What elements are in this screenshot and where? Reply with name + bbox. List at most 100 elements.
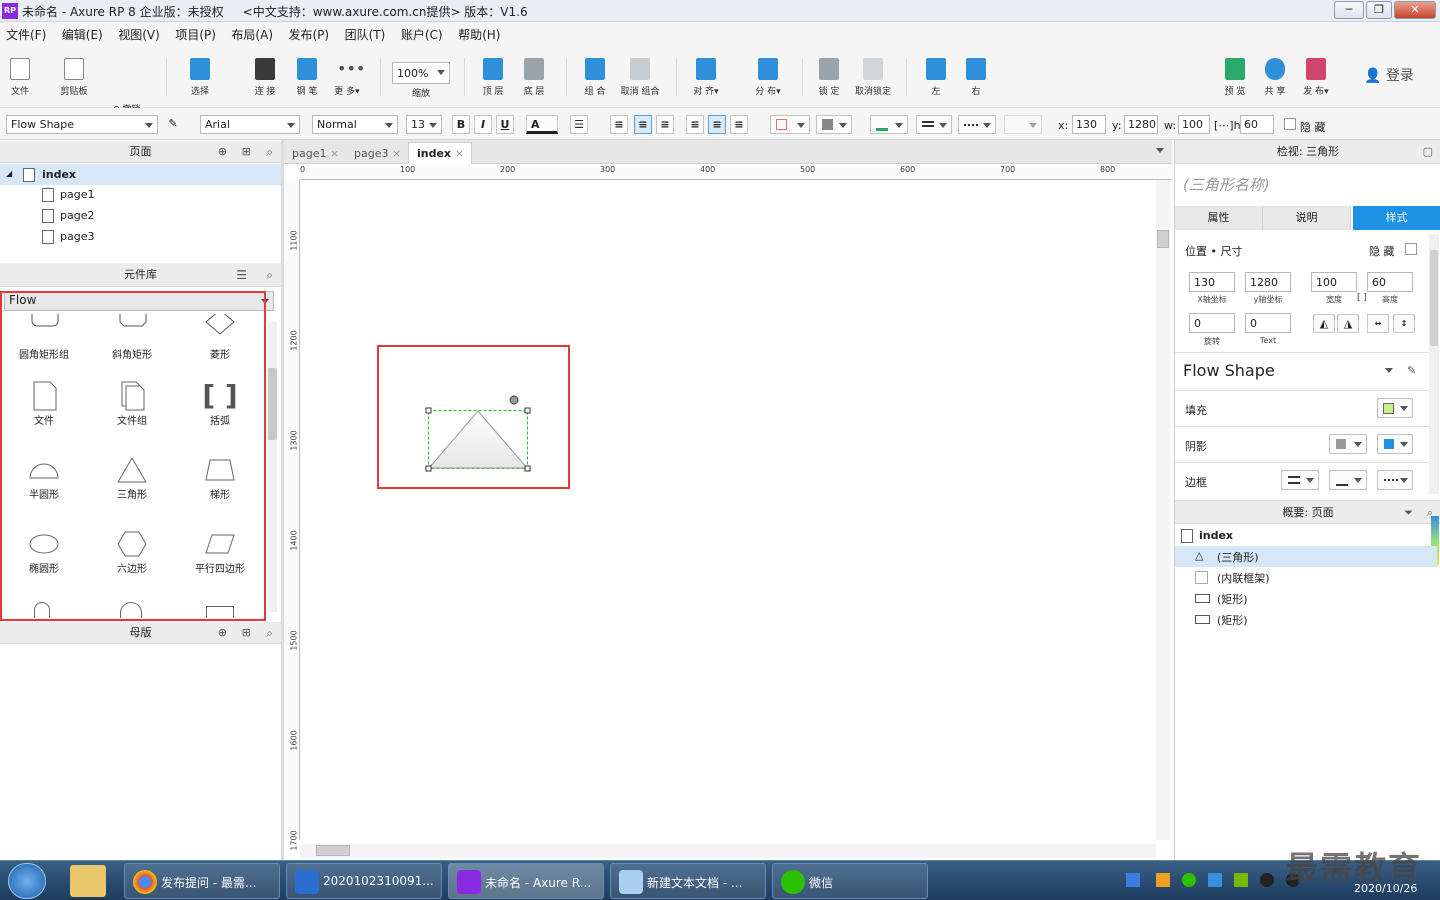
- tray-app-icon[interactable]: [1156, 873, 1170, 887]
- outer-shadow-picker[interactable]: [1329, 434, 1367, 454]
- clipboard-button[interactable]: 剪贴板: [56, 58, 92, 97]
- right-button[interactable]: 右: [962, 58, 990, 97]
- ime-icon[interactable]: [1126, 873, 1140, 887]
- masters-search-icon[interactable]: ⌕: [266, 622, 273, 644]
- share-button[interactable]: 共 享: [1260, 58, 1290, 97]
- inspector-h-input[interactable]: 60: [1367, 272, 1413, 292]
- menu-project[interactable]: 项目(P): [169, 22, 222, 43]
- tab-page1[interactable]: page1 ×: [286, 143, 346, 164]
- outline-item-triangle[interactable]: △ (三角形): [1175, 546, 1437, 567]
- tabs-dropdown-icon[interactable]: [1156, 148, 1164, 153]
- search-icon[interactable]: ⌕: [266, 141, 273, 163]
- font-color-button[interactable]: A: [526, 115, 558, 134]
- valign-top-icon[interactable]: ≡: [686, 115, 704, 134]
- add-folder-icon[interactable]: ⊞: [242, 141, 251, 163]
- align-right-icon[interactable]: ≡: [656, 115, 674, 134]
- canvas-horizontal-scrollbar[interactable]: [300, 844, 1156, 858]
- w-input[interactable]: 100: [1178, 115, 1210, 134]
- more-button[interactable]: ••• 更 多▾: [330, 58, 365, 97]
- zoom-select[interactable]: 100%: [392, 62, 450, 84]
- fit-height-icon[interactable]: ↕: [1393, 314, 1415, 333]
- collapse-arrow-icon[interactable]: ◢: [6, 169, 12, 178]
- arrow-style-dropdown[interactable]: [1004, 115, 1042, 134]
- menu-account[interactable]: 账户(C): [395, 22, 449, 43]
- bold-button[interactable]: B: [452, 115, 470, 134]
- menu-publish[interactable]: 发布(P): [283, 22, 336, 43]
- tab-style[interactable]: 样式: [1353, 206, 1440, 230]
- distribute-button[interactable]: 分 布▾: [750, 58, 786, 97]
- style-select[interactable]: Flow Shape: [6, 115, 158, 134]
- widget-name-field[interactable]: (三角形名称): [1183, 174, 1270, 195]
- x-input[interactable]: 130: [1072, 115, 1106, 134]
- underline-button[interactable]: U: [496, 115, 514, 134]
- taskbar-item-axure[interactable]: 未命名 - Axure R...: [448, 863, 604, 899]
- tab-page3[interactable]: page3 ×: [348, 143, 408, 164]
- pen-tool[interactable]: 钢 笔: [292, 58, 322, 97]
- menu-layout[interactable]: 布局(A): [225, 22, 279, 43]
- style-dropdown-icon[interactable]: [1385, 368, 1393, 373]
- outline-root[interactable]: index: [1199, 529, 1233, 542]
- maximize-button[interactable]: ❐: [1366, 1, 1392, 19]
- notes-icon[interactable]: ▢: [1423, 140, 1433, 164]
- explorer-icon[interactable]: [70, 865, 106, 897]
- minimize-button[interactable]: ─: [1334, 1, 1364, 19]
- inspector-scrollbar[interactable]: [1429, 234, 1439, 494]
- flip-horizontal-icon[interactable]: ◭: [1313, 314, 1335, 333]
- aspect-lock-icon[interactable]: [⋯]: [1214, 119, 1234, 132]
- line-width-dropdown[interactable]: [916, 115, 952, 134]
- tray-shield-icon[interactable]: [1208, 873, 1222, 887]
- library-scrollbar[interactable]: [268, 322, 277, 612]
- line-style-dropdown[interactable]: [958, 115, 996, 134]
- tray-nvidia-icon[interactable]: [1234, 873, 1248, 887]
- connect-tool[interactable]: 连 接: [250, 58, 280, 97]
- tab-properties[interactable]: 属性: [1175, 206, 1263, 230]
- align-button[interactable]: 对 齐▾: [688, 58, 724, 97]
- font-size-select[interactable]: 13: [406, 115, 442, 134]
- align-center-icon[interactable]: ≡: [634, 115, 652, 134]
- tray-wechat-icon[interactable]: [1182, 873, 1196, 887]
- unlock-button[interactable]: 取消锁定: [852, 58, 894, 97]
- tab-close-icon[interactable]: ×: [330, 147, 339, 160]
- add-page-icon[interactable]: ⊕: [218, 141, 227, 163]
- start-button[interactable]: [8, 863, 46, 899]
- inspector-w-input[interactable]: 100: [1311, 272, 1357, 292]
- menu-help[interactable]: 帮助(H): [452, 22, 506, 43]
- tab-index[interactable]: index ×: [408, 142, 472, 165]
- left-button[interactable]: 左: [922, 58, 950, 97]
- page-item-page2[interactable]: page2: [42, 209, 94, 223]
- bring-to-front-button[interactable]: 顶 层: [478, 58, 508, 97]
- line-color-dropdown[interactable]: [870, 115, 908, 134]
- menu-team[interactable]: 团队(T): [339, 22, 392, 43]
- tray-qq-icon[interactable]: [1260, 873, 1274, 887]
- triangle-widget[interactable]: [420, 392, 540, 478]
- group-button[interactable]: 组 合: [580, 58, 610, 97]
- tab-close-icon[interactable]: ×: [392, 147, 401, 160]
- y-input[interactable]: 1280: [1124, 115, 1158, 134]
- fill-color-dropdown[interactable]: [770, 115, 810, 134]
- style-edit-icon[interactable]: ✎: [164, 115, 182, 134]
- flip-vertical-icon[interactable]: ◮: [1337, 314, 1359, 333]
- taskbar-item-notepad[interactable]: 新建文本文档 - ...: [610, 863, 766, 899]
- tab-close-icon[interactable]: ×: [455, 147, 464, 160]
- fit-width-icon[interactable]: ↔: [1367, 314, 1389, 333]
- shadow-dropdown[interactable]: [816, 115, 852, 134]
- border-color-picker[interactable]: [1329, 470, 1367, 490]
- border-width-picker[interactable]: [1281, 470, 1319, 490]
- publish-button[interactable]: 发 布▾: [1298, 58, 1334, 97]
- italic-button[interactable]: I: [474, 115, 492, 134]
- hidden-checkbox[interactable]: [1284, 118, 1296, 130]
- page-tree-root[interactable]: ◢ index: [0, 164, 281, 185]
- font-weight-select[interactable]: Normal: [312, 115, 398, 134]
- bullet-list-icon[interactable]: ☰: [570, 115, 588, 134]
- inspector-y-input[interactable]: 1280: [1245, 272, 1291, 292]
- close-button[interactable]: ✕: [1394, 1, 1436, 19]
- library-search-icon[interactable]: ⌕: [266, 263, 273, 287]
- menu-view[interactable]: 视图(V): [112, 22, 166, 43]
- outline-item-rect-1[interactable]: (矩形): [1175, 588, 1437, 609]
- style-manage-icon[interactable]: ✎: [1407, 364, 1416, 377]
- lock-button[interactable]: 锁 定: [814, 58, 844, 97]
- taskbar-item-chrome[interactable]: 发布提问 - 最需...: [124, 863, 280, 899]
- inspector-x-input[interactable]: 130: [1189, 272, 1235, 292]
- valign-middle-icon[interactable]: ≡: [708, 115, 726, 134]
- add-master-folder-icon[interactable]: ⊞: [242, 622, 251, 644]
